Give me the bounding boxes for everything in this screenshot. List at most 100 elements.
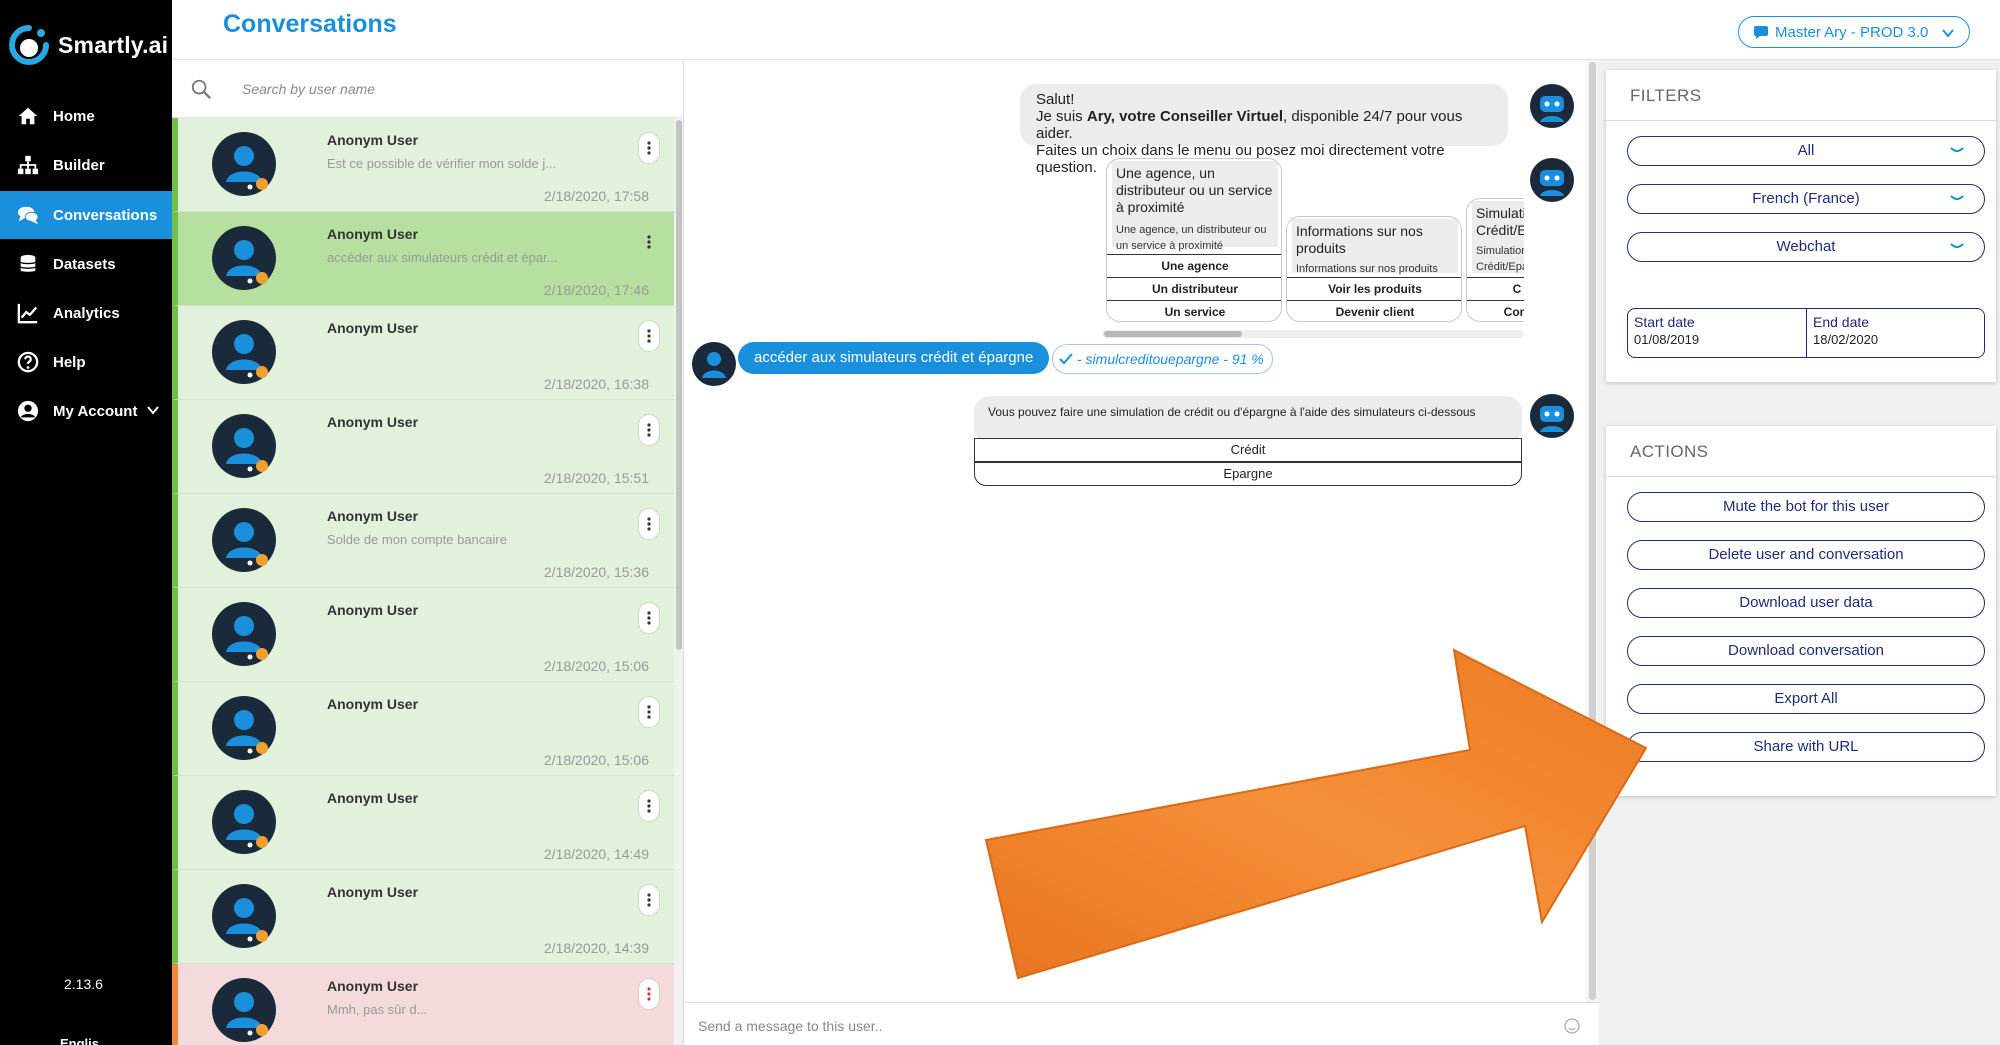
filters-panel: FILTERS All French (France) Webchat Star… [1606,70,1996,382]
download-user-data-button[interactable]: Download user data [1627,588,1985,618]
card-title: Une agence, un distributeur ou un servic… [1112,161,1278,252]
conversation-row[interactable]: Anonym User 2/18/2020, 16:38 [172,306,674,400]
sidebar-item-label: Home [53,107,95,125]
filters-title: FILTERS [1630,86,1702,105]
conversation-menu-button[interactable] [638,226,660,258]
chat-scrollbar-thumb[interactable] [1589,62,1596,1000]
conversation-preview: Est ce possible de vérifier mon solde j.… [327,156,557,171]
share-url-button[interactable]: Share with URL [1627,732,1985,762]
conversation-time: 2/18/2020, 15:06 [543,658,649,674]
emoji-icon[interactable] [1564,1018,1580,1034]
sidebar-item-label: Conversations [53,206,158,224]
chevron-down-icon [1950,147,1964,152]
brand[interactable]: Smartly.ai [8,22,168,68]
list-scrollbar[interactable] [674,118,683,1045]
conversation-menu-button[interactable] [638,414,660,446]
conversation-row[interactable]: Anonym User Est ce possible de vérifier … [172,118,674,212]
sidebar-item-analytics[interactable]: Analytics [0,289,172,337]
actions-panel: ACTIONS Mute the bot for this user Delet… [1606,426,1996,796]
kebab-menu-icon [647,517,651,531]
conversation-row[interactable]: Anonym User 2/18/2020, 14:49 [172,776,674,870]
sitemap-icon [17,155,39,175]
conversation-preview: Solde de mon compte bancaire [327,532,507,547]
sidebar-item-conversations[interactable]: Conversations [0,191,172,239]
chat-scrollbar[interactable] [1586,60,1599,1002]
card-button[interactable]: C [1467,277,1524,299]
select-value: All [1797,142,1815,159]
conversation-menu-button[interactable] [638,978,660,1010]
message-input[interactable] [698,1013,1498,1039]
conversation-row[interactable]: Anonym User 2/18/2020, 15:51 [172,400,674,494]
help-icon [17,351,39,373]
conversation-menu-button[interactable] [638,132,660,164]
kebab-menu-icon [647,705,651,719]
reply-button-credit[interactable]: Crédit [974,438,1522,462]
start-date-field[interactable]: Start date 01/08/2019 [1628,309,1806,357]
download-conversation-button[interactable]: Download conversation [1627,636,1985,666]
card-button[interactable]: Devenir client [1287,300,1461,321]
conversation-menu-button[interactable] [638,884,660,916]
user-circle-icon [17,400,39,422]
intent-label: - simulcreditouepargne - 91 % [1077,351,1264,367]
conversation-row[interactable]: Anonym User 2/18/2020, 15:06 [172,682,674,776]
intent-tag[interactable]: - simulcreditouepargne - 91 % [1052,344,1273,374]
sidebar-item-help[interactable]: Help [0,338,172,386]
export-all-button[interactable]: Export All [1627,684,1985,714]
conversation-user-name: Anonym User [327,602,419,618]
carousel-scrollbar[interactable] [1102,330,1524,338]
conversation-menu-button[interactable] [638,508,660,540]
sidebar-item-label: Analytics [53,304,120,322]
kebab-menu-icon [647,329,651,343]
welcome-line-2: Je suis Ary, votre Conseiller Virtuel, d… [1036,108,1463,142]
card-button[interactable]: Un service [1107,300,1281,321]
list-scrollbar-thumb[interactable] [676,120,682,650]
language-selector[interactable]: Englis [60,1036,99,1045]
conversation-row[interactable]: Anonym User Mmh, pas sûr d... [172,964,674,1045]
conversation-row[interactable]: Anonym User Solde de mon compte bancaire… [172,494,674,588]
conversation-user-name: Anonym User [327,414,419,430]
mute-bot-button[interactable]: Mute the bot for this user [1627,492,1985,522]
conversation-menu-button[interactable] [638,602,660,634]
conversation-row[interactable]: Anonym User 2/18/2020, 14:39 [172,870,674,964]
chevron-down-icon [147,406,159,415]
sidebar-item-home[interactable]: Home [0,92,172,140]
card-button[interactable]: Une agence [1107,254,1281,276]
kebab-menu-icon [647,611,651,625]
card-button[interactable]: Un distributeur [1107,277,1281,299]
sidebar-item-builder[interactable]: Builder [0,141,172,189]
conversation-list: Anonym User Est ce possible de vérifier … [172,118,674,1045]
conversation-time: 2/18/2020, 17:46 [543,282,649,298]
bot-avatar-icon [1530,394,1574,438]
carousel-card-agency: Une agence, un distributeur ou un servic… [1106,158,1282,322]
card-button[interactable]: Voir les produits [1287,277,1461,299]
reply-button-epargne[interactable]: Epargne [974,462,1522,486]
filter-select-channel[interactable]: Webchat [1627,232,1985,262]
user-avatar-icon [212,508,276,572]
delete-user-button[interactable]: Delete user and conversation [1627,540,1985,570]
conversation-user-name: Anonym User [327,320,419,336]
select-value: French (France) [1752,190,1860,207]
search-input[interactable] [242,74,662,104]
bot-selector-label: Master Ary - PROD 3.0 [1775,23,1929,41]
carousel-scrollbar-thumb[interactable] [1104,331,1242,337]
card-button[interactable]: Com [1467,300,1524,321]
message-composer [684,1002,1599,1045]
bot-selector[interactable]: Master Ary - PROD 3.0 [1738,16,1970,48]
conversation-row[interactable]: Anonym User accéder aux simulateurs créd… [172,212,674,306]
conversation-menu-button[interactable] [638,320,660,352]
conversation-menu-button[interactable] [638,790,660,822]
sidebar-item-datasets[interactable]: Datasets [0,240,172,288]
end-date-field[interactable]: End date 18/02/2020 [1806,309,1984,357]
start-date-value: 01/08/2019 [1634,332,1700,347]
filter-select-language[interactable]: French (France) [1627,184,1985,214]
conversation-row[interactable]: Anonym User 2/18/2020, 15:06 [172,588,674,682]
check-icon [1059,353,1073,365]
sidebar-item-my-account[interactable]: My Account [0,387,172,435]
user-message: accéder aux simulateurs crédit et épargn… [738,342,1050,374]
kebab-menu-icon [647,799,651,813]
conversation-user-name: Anonym User [327,696,419,712]
database-icon [19,254,37,272]
conversation-time: 2/18/2020, 14:39 [543,940,649,956]
conversation-menu-button[interactable] [638,696,660,728]
filter-select-status[interactable]: All [1627,136,1985,166]
